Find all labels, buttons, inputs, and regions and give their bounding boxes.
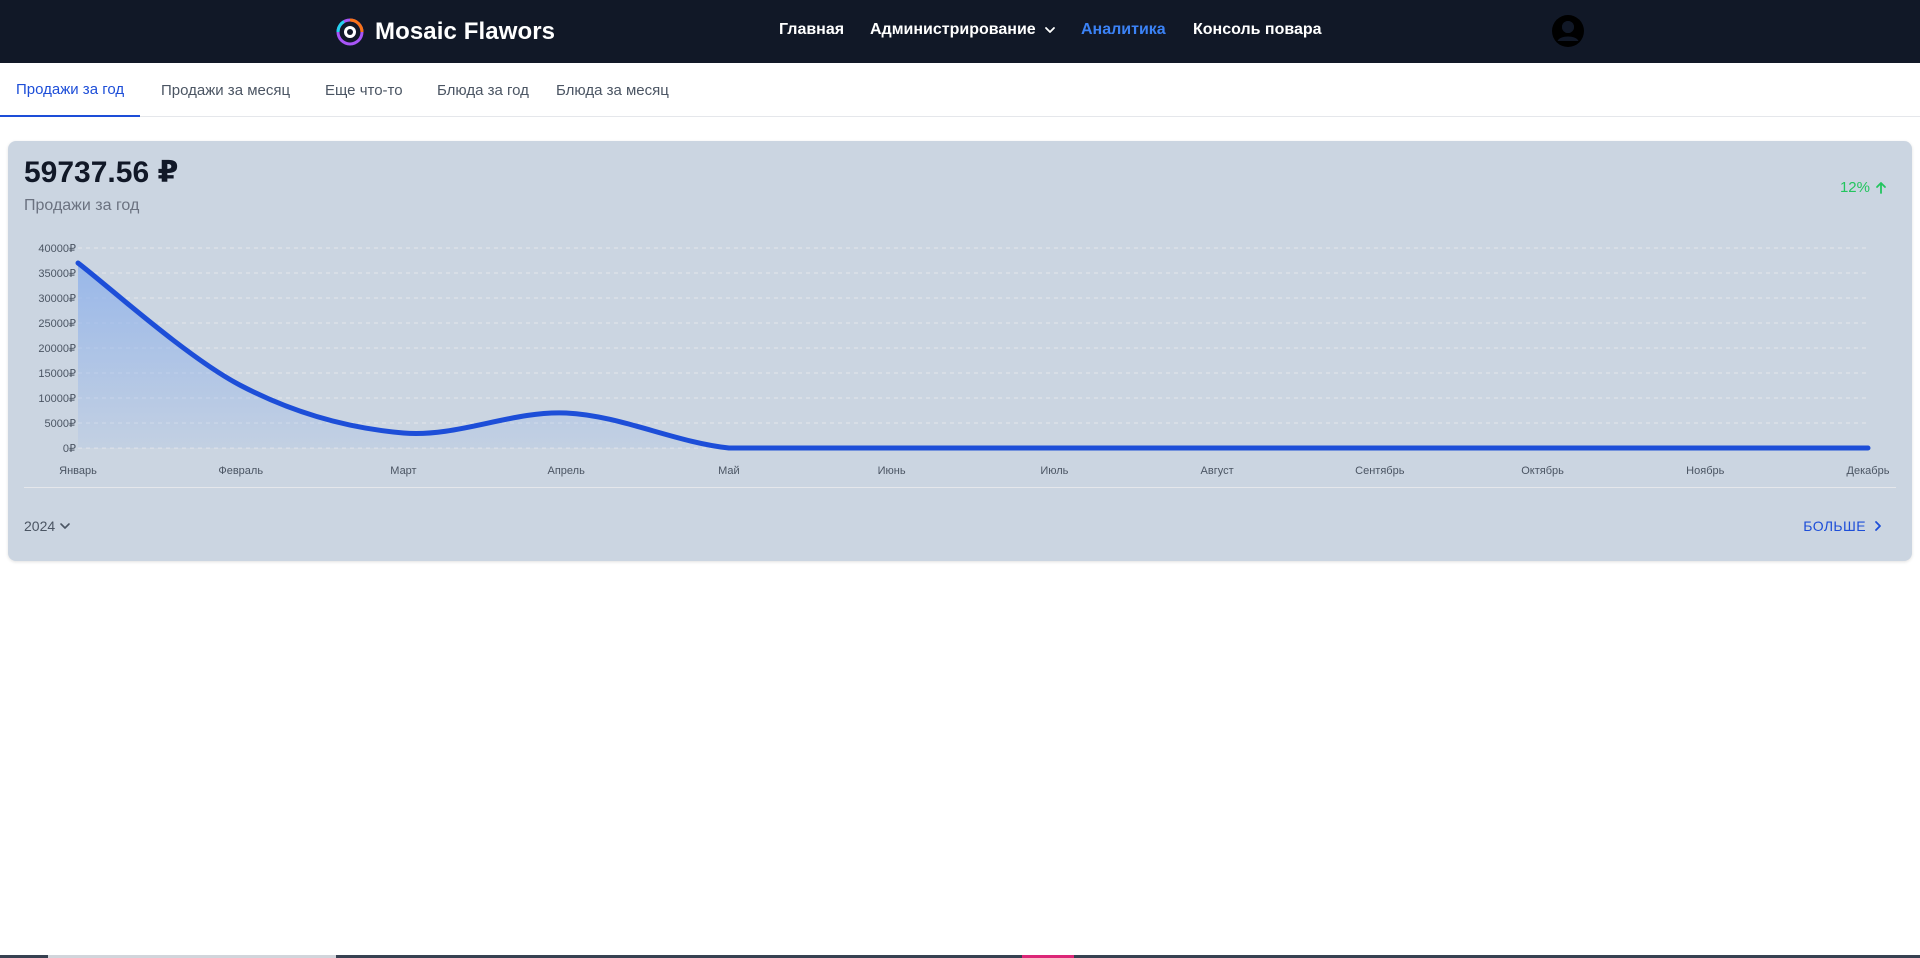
y-tick-label: 5000₽ bbox=[45, 418, 76, 430]
x-tick-label: Август bbox=[1201, 465, 1234, 477]
y-tick-label: 15000₽ bbox=[38, 368, 76, 380]
x-tick-label: Январь bbox=[59, 465, 97, 477]
y-tick-label: 25000₽ bbox=[38, 318, 76, 330]
y-tick-label: 0₽ bbox=[63, 443, 76, 455]
tab-dishes-year[interactable]: Блюда за год bbox=[437, 63, 529, 117]
brand-name: Mosaic Flawors bbox=[375, 18, 556, 45]
x-tick-label: Май bbox=[718, 465, 740, 477]
x-tick-label: Сентябрь bbox=[1355, 465, 1405, 477]
sales-year-card: 59737.56 ₽ Продажи за год 12% 0₽ 5000₽ 100… bbox=[8, 141, 1912, 561]
nav-item-chef-console[interactable]: Консоль повара bbox=[1193, 21, 1322, 39]
chevron-down-icon bbox=[1044, 27, 1055, 33]
y-tick-label: 30000₽ bbox=[38, 293, 76, 305]
card-divider bbox=[24, 487, 1896, 488]
x-tick-label: Октябрь bbox=[1521, 465, 1564, 477]
tab-sales-year[interactable]: Продажи за год bbox=[0, 63, 141, 117]
x-tick-label: Ноябрь bbox=[1686, 465, 1724, 477]
brand-logo-icon bbox=[336, 18, 364, 46]
brand[interactable]: Mosaic Flawors bbox=[335, 14, 555, 50]
x-tick-label: Февраль bbox=[218, 465, 263, 477]
analytics-tabs: Продажи за год Продажи за месяц Еще что-… bbox=[0, 63, 1920, 117]
more-link-label: БОЛЬШЕ bbox=[1803, 518, 1866, 534]
top-navbar: Mosaic Flawors Главная Администрирование… bbox=[0, 0, 1920, 63]
x-tick-label: Июль bbox=[1040, 465, 1068, 477]
chart-series-line bbox=[75, 260, 1871, 451]
nav-item-admin-label: Администрирование bbox=[870, 21, 1036, 38]
nav-item-home[interactable]: Главная bbox=[779, 21, 844, 39]
x-tick-label: Июнь bbox=[878, 465, 906, 477]
y-tick-label: 35000₽ bbox=[38, 268, 76, 280]
x-tick-label: Декабрь bbox=[1847, 465, 1890, 477]
tab-sales-month[interactable]: Продажи за месяц bbox=[161, 63, 290, 117]
y-tick-label: 40000₽ bbox=[38, 243, 76, 255]
more-link[interactable]: БОЛЬШЕ bbox=[1803, 518, 1884, 534]
y-tick-label: 20000₽ bbox=[38, 343, 76, 355]
sales-area-chart: 0₽ 5000₽ 10000₽ 15000₽ 20000₽ 25000₽ 30000₽ 350… bbox=[38, 243, 1890, 477]
x-tick-label: Март bbox=[390, 465, 416, 477]
tab-dishes-month[interactable]: Блюда за месяц bbox=[556, 63, 669, 117]
nav-item-admin[interactable]: Администрирование bbox=[870, 21, 1056, 39]
y-tick-label: 10000₽ bbox=[38, 393, 76, 405]
chevron-right-icon bbox=[1875, 521, 1881, 531]
x-tick-label: Апрель bbox=[548, 465, 586, 477]
user-avatar-icon[interactable] bbox=[1551, 14, 1585, 48]
tab-something-else[interactable]: Еще что-то bbox=[325, 63, 403, 117]
chart-area bbox=[78, 263, 1868, 448]
year-select[interactable]: 2024 bbox=[24, 518, 71, 534]
nav-item-analytics[interactable]: Аналитика bbox=[1081, 21, 1166, 39]
chevron-down-icon bbox=[60, 523, 70, 529]
year-select-value: 2024 bbox=[24, 518, 56, 534]
